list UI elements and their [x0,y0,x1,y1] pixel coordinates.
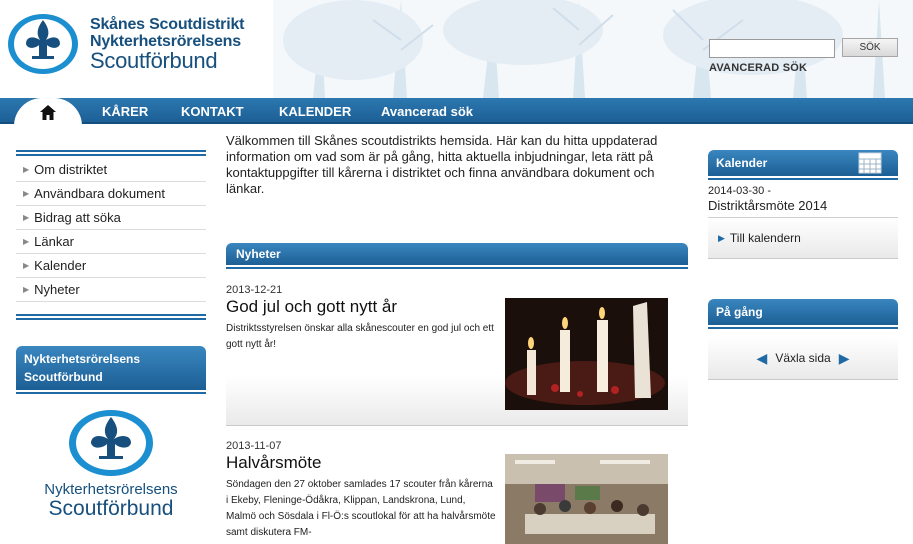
left-menu-bottom-bar [16,314,206,320]
nav-item-karer[interactable]: KÅRER [102,104,148,119]
menu-item-kalender[interactable]: ▶ Kalender [16,254,206,278]
nsf-box-header[interactable]: Nykterhetsrörelsens Scoutförbund [16,346,206,390]
site-logo[interactable]: Skånes Scoutdistrikt Nykterhetsrörelsens… [6,12,244,76]
menu-item-anvandbara-dokument[interactable]: ▶ Användbara dokument [16,182,206,206]
news-excerpt: Distriktsstyrelsen önskar alla skånescou… [226,323,494,350]
scout-emblem-icon [69,410,153,476]
search-button[interactable]: SÖK [842,38,898,57]
nsf-logo-line1: Nykterhetsrörelsens [44,481,178,498]
menu-item-label: Bidrag att söka [34,210,121,225]
news-date: 2013-11-07 [226,440,282,452]
search-input[interactable] [709,38,835,58]
nav-item-kalender[interactable]: KALENDER [279,104,351,119]
search-form: SÖK [709,38,898,58]
pa-gang-box: På gång ◀ Växla sida ▶ [708,299,898,380]
news-excerpt: Söndagen den 27 oktober samlades 17 scou… [226,479,496,538]
intro-text: Välkommen till Skånes scoutdistrikts hem… [226,133,658,196]
advanced-search-link[interactable]: AVANCERAD SÖK [709,62,807,74]
arrow-left-icon[interactable]: ◀ [757,350,768,367]
triangle-right-icon: ▶ [718,232,725,243]
news-header-strip [226,265,688,269]
nsf-box-title-line2: Scoutförbund [24,370,103,384]
pa-gang-body: ◀ Växla sida ▶ [708,337,898,380]
calendar-heading: Kalender [716,156,768,170]
menu-item-om-distriktet[interactable]: ▶ Om distriktet [16,158,206,182]
calendar-event-date: 2014-03-30 - [708,185,771,197]
menu-item-label: Användbara dokument [34,186,165,201]
news-date: 2013-12-21 [226,284,283,296]
calendar-header: Kalender [708,150,898,176]
logo-title-line3: Scoutförbund [90,47,218,73]
meeting-photo[interactable] [505,454,668,544]
news-item: 2013-12-21 God jul och gott nytt år Dist… [226,284,688,410]
home-icon [40,104,56,120]
calendar-box: Kalender 2014-03-30 - Distriktårsmöte 20… [708,150,898,259]
calendar-link-area: ▶ Till kalendern [708,218,898,259]
page-switcher: ◀ Växla sida ▶ [708,337,898,379]
menu-item-label: Nyheter [34,282,80,297]
nsf-box: Nykterhetsrörelsens Scoutförbund Nykterh… [16,346,206,544]
nav-item-avancerad-sok[interactable]: Avancerad sök [381,104,473,119]
menu-item-label: Länkar [34,234,74,249]
page-switcher-label: Växla sida [775,351,831,365]
pa-gang-strip [708,325,898,329]
triangle-right-icon: ▶ [23,261,30,270]
menu-item-lankar[interactable]: ▶ Länkar [16,230,206,254]
triangle-right-icon: ▶ [23,285,30,294]
calendar-link[interactable]: ▶ Till kalendern [708,218,898,258]
nsf-logo-line2: Scoutförbund [48,497,174,520]
logo-title-line1: Skånes Scoutdistrikt [90,15,245,33]
triangle-right-icon: ▶ [23,213,30,222]
menu-item-bidrag[interactable]: ▶ Bidrag att söka [16,206,206,230]
scout-emblem-icon [8,14,78,74]
left-menu: ▶ Om distriktet ▶ Användbara dokument ▶ Bid… [16,150,206,320]
nav-item-kontakt[interactable]: KONTAKT [181,104,244,119]
site-header: Skånes Scoutdistrikt Nykterhetsrörelsens… [0,0,913,98]
triangle-right-icon: ▶ [23,237,30,246]
triangle-right-icon: ▶ [23,189,30,198]
nsf-box-title-line1: Nykterhetsrörelsens [24,352,141,366]
nsf-logo[interactable]: Nykterhetsrörelsens Scoutförbund [16,394,206,520]
calendar-event[interactable]: 2014-03-30 - Distriktårsmöte 2014 [708,180,898,218]
arrow-right-icon[interactable]: ▶ [839,350,850,367]
menu-item-nyheter[interactable]: ▶ Nyheter [16,278,206,302]
news-header: Nyheter [226,243,688,265]
menu-item-label: Kalender [34,258,87,273]
menu-item-label: Om distriktet [34,162,108,177]
triangle-right-icon: ▶ [23,165,30,174]
news-item: 2013-11-07 Halvårsmöte Söndagen den 27 o… [226,440,688,544]
calendar-event-title: Distriktårsmöte 2014 [708,198,828,213]
candles-image[interactable] [505,298,668,410]
pa-gang-header: På gång [708,299,898,325]
calendar-icon [858,152,882,174]
calendar-link-label: Till kalendern [729,231,801,245]
